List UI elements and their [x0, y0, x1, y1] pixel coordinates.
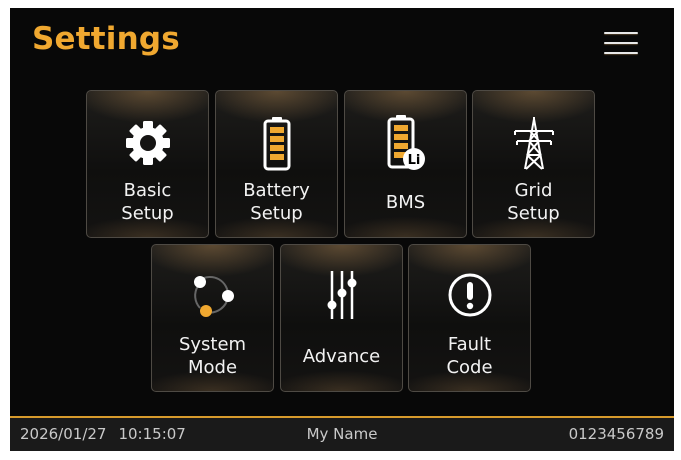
system-mode-button[interactable]: System Mode	[151, 244, 274, 392]
tile-label-line: BMS	[385, 192, 426, 213]
advance-button[interactable]: Advance	[280, 244, 403, 392]
tile-label-line: System	[178, 334, 247, 355]
power-tower-icon	[473, 113, 594, 173]
serial-number: 0123456789	[568, 425, 664, 443]
tile-label-line: Fault	[447, 334, 492, 355]
tile-label-line: Setup	[250, 203, 303, 224]
tile-label-line: Basic	[123, 180, 172, 201]
battery-setup-button[interactable]: Battery Setup	[215, 90, 338, 238]
sliders-icon	[281, 265, 402, 325]
battery-lithium-icon: Li	[345, 113, 466, 173]
li-badge: Li	[407, 153, 420, 168]
menu-button[interactable]	[604, 30, 640, 60]
bms-button[interactable]: Li BMS	[344, 90, 467, 238]
status-footer: 2026/01/27 10:15:07 My Name 0123456789	[10, 418, 674, 451]
battery-icon	[216, 113, 337, 173]
gear-icon	[87, 113, 208, 173]
tile-label-line: Code	[446, 357, 493, 378]
page-title: Settings	[32, 21, 180, 57]
fault-code-button[interactable]: Fault Code	[408, 244, 531, 392]
exclamation-circle-icon	[409, 265, 530, 325]
settings-screen: Settings Basic Setup Battery Setup Li BM…	[10, 8, 674, 451]
system-mode-icon	[152, 265, 273, 325]
grid-setup-button[interactable]: Grid Setup	[472, 90, 595, 238]
basic-setup-button[interactable]: Basic Setup	[86, 90, 209, 238]
tile-label-line: Grid	[514, 180, 553, 201]
tile-label-line: Setup	[121, 203, 174, 224]
tile-label-line: Advance	[302, 346, 381, 367]
tile-label-line: Setup	[507, 203, 560, 224]
tile-label-line: Battery	[243, 180, 310, 201]
tile-label-line: Mode	[187, 357, 238, 378]
